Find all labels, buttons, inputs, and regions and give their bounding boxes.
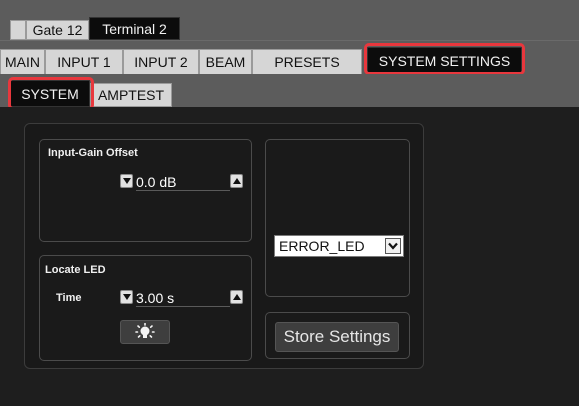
error-led-group: [265, 139, 410, 297]
triangle-down-icon: [122, 294, 131, 300]
time-decrement-button[interactable]: [120, 290, 133, 304]
locate-led-button[interactable]: [120, 320, 170, 344]
system-panel: Input-Gain Offset 0.0 dB Locate LED Time…: [0, 107, 579, 406]
tab-beam[interactable]: BEAM: [199, 49, 252, 75]
error-led-select[interactable]: ERROR_LED: [274, 235, 404, 257]
triangle-down-icon: [122, 178, 131, 184]
time-value[interactable]: 3.00 s: [136, 289, 230, 307]
gain-decrement-button[interactable]: [120, 174, 133, 188]
locate-led-label: Locate LED: [45, 264, 106, 276]
tab-main[interactable]: MAIN: [0, 49, 45, 75]
dropdown-button[interactable]: [385, 238, 401, 254]
tab-input-2[interactable]: INPUT 2: [123, 49, 199, 75]
tab-stub: [10, 20, 26, 40]
tab-terminal-2[interactable]: Terminal 2: [89, 17, 180, 40]
tab-system[interactable]: SYSTEM: [10, 80, 90, 107]
store-settings-button[interactable]: Store Settings: [275, 322, 399, 352]
chevron-down-icon: [388, 242, 398, 250]
gain-value[interactable]: 0.0 dB: [136, 173, 230, 191]
input-gain-label: Input-Gain Offset: [48, 147, 138, 159]
tab-input-1[interactable]: INPUT 1: [45, 49, 123, 75]
triangle-up-icon: [232, 178, 241, 184]
triangle-up-icon: [232, 294, 241, 300]
tab-presets[interactable]: PRESETS: [252, 49, 362, 75]
tab-amptest[interactable]: AMPTEST: [90, 83, 172, 107]
main-tab-bar: MAIN INPUT 1 INPUT 2 BEAM PRESETS SYSTEM…: [0, 40, 579, 75]
tab-gate-12[interactable]: Gate 12: [26, 20, 89, 40]
sub-tab-bar: SYSTEM AMPTEST: [0, 74, 579, 107]
error-led-select-value: ERROR_LED: [279, 238, 365, 254]
time-label: Time: [56, 292, 82, 304]
tab-system-settings[interactable]: SYSTEM SETTINGS: [367, 47, 522, 75]
time-increment-button[interactable]: [230, 290, 243, 304]
device-tab-bar: Gate 12 Terminal 2: [0, 0, 579, 40]
light-bulb-icon: [135, 323, 155, 338]
gain-increment-button[interactable]: [230, 174, 243, 188]
